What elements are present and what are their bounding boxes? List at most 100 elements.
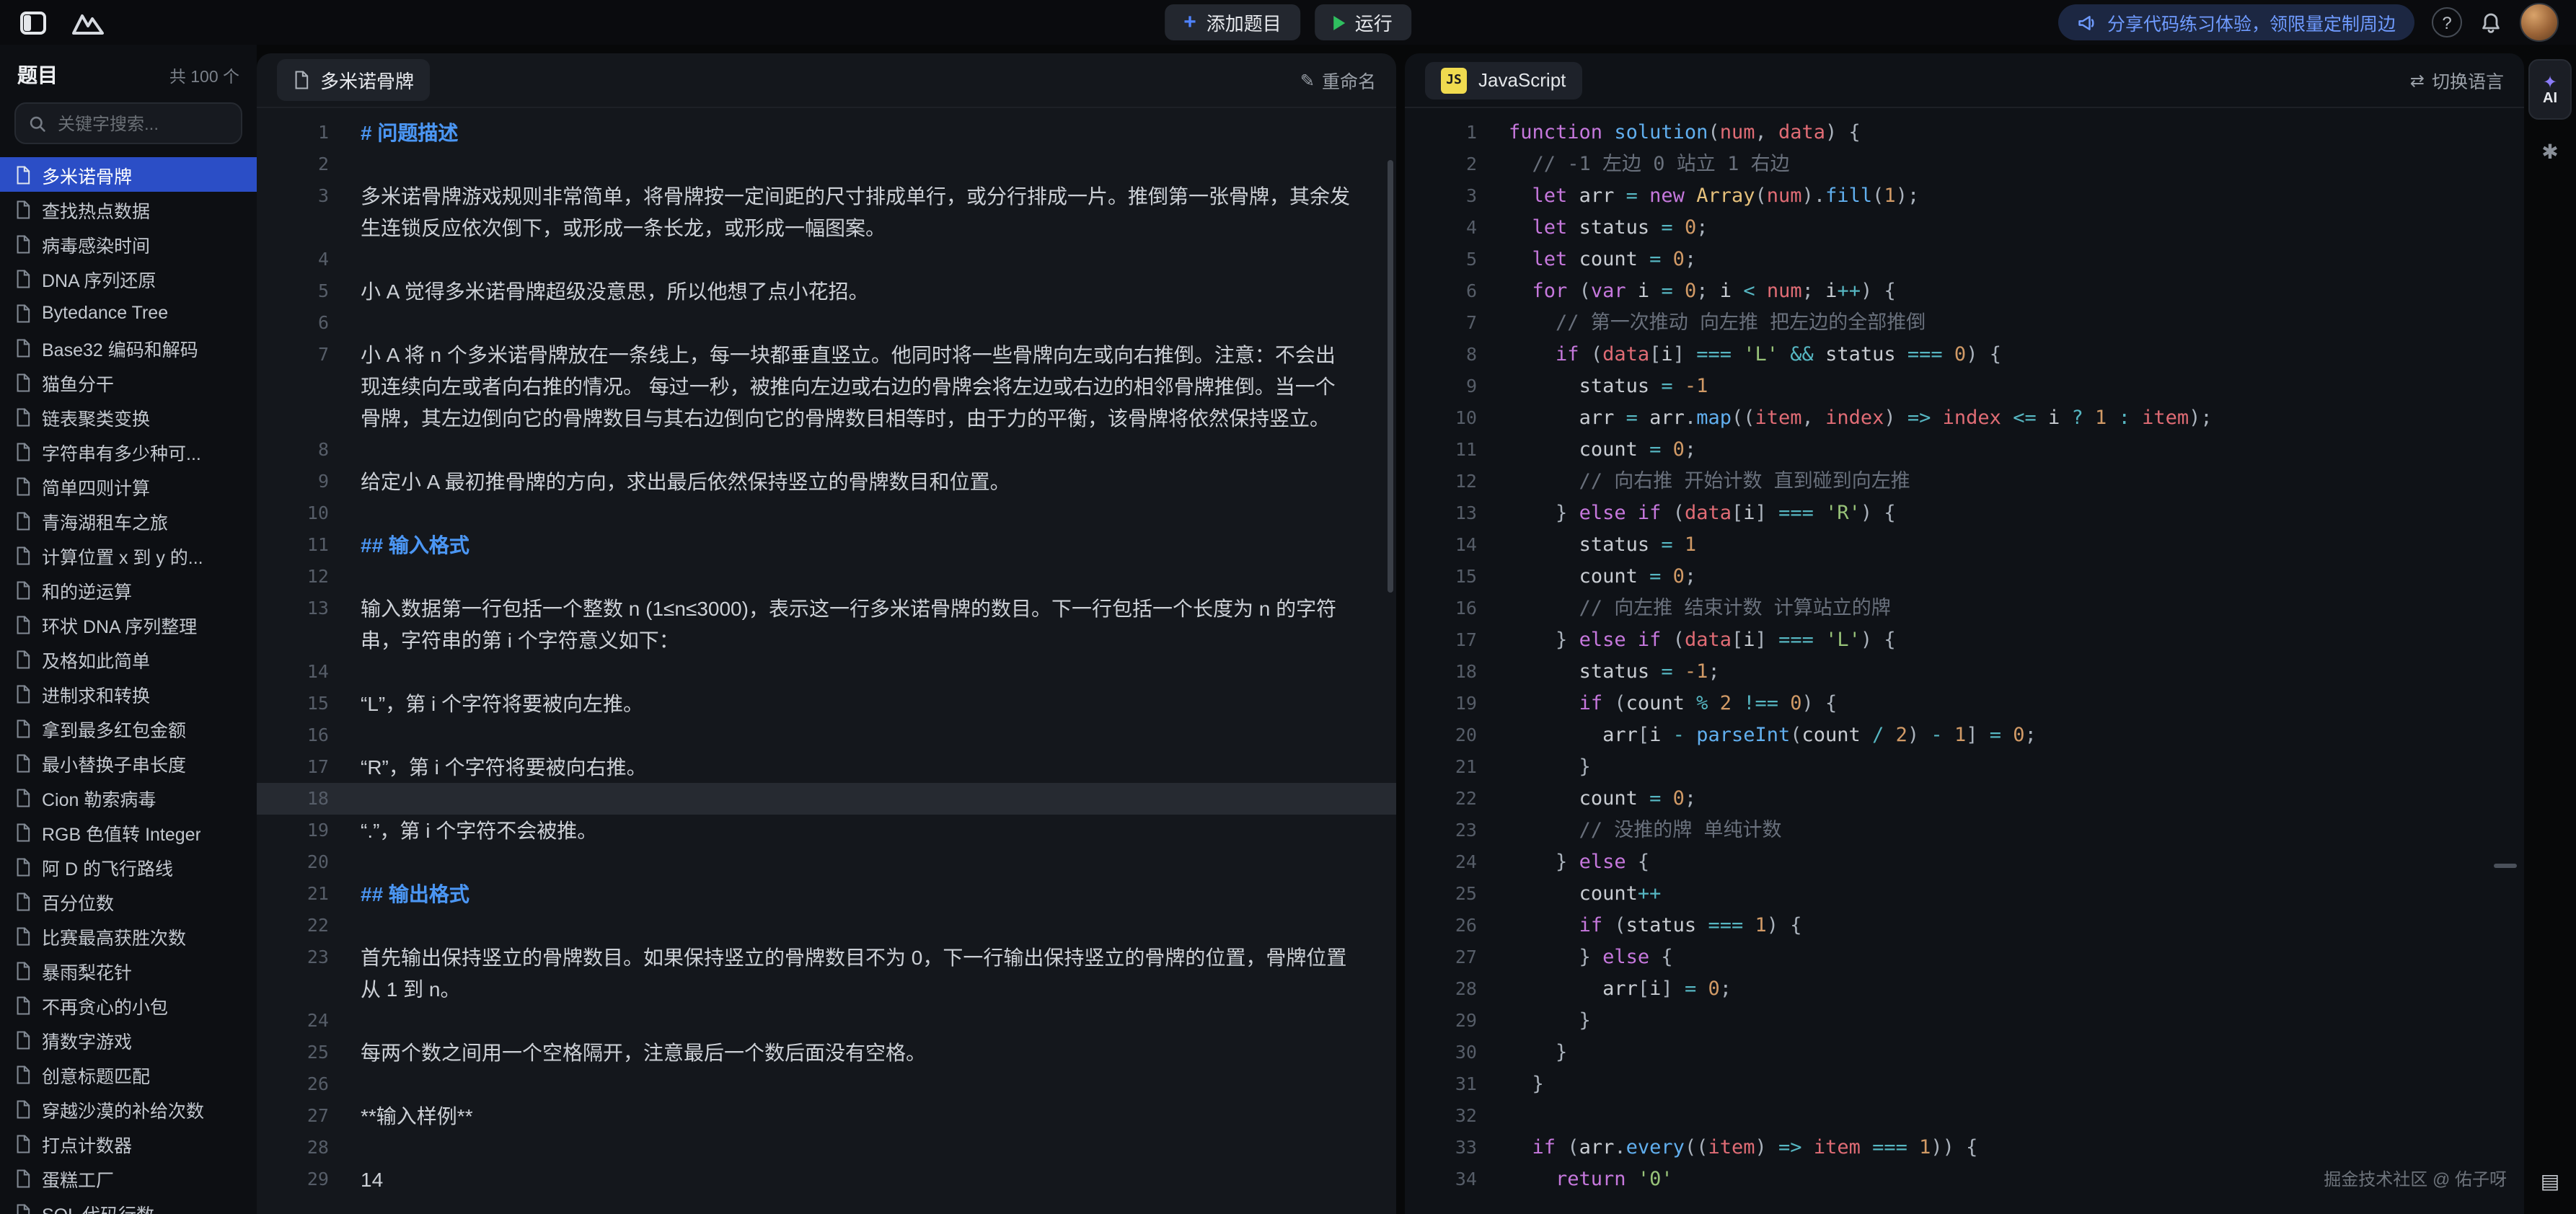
sidebar-item[interactable]: 拿到最多红包金额 xyxy=(0,711,257,745)
sidebar-item[interactable]: 多米诺骨牌 xyxy=(0,157,257,192)
document-icon xyxy=(14,304,32,322)
search-icon xyxy=(29,115,46,132)
snowflake-icon[interactable]: ✱ xyxy=(2541,140,2558,164)
sidebar-item[interactable]: Base32 编码和解码 xyxy=(0,330,257,365)
add-problem-button[interactable]: + 添加题目 xyxy=(1165,4,1300,40)
notebook-icon[interactable]: ▤ xyxy=(2541,1169,2559,1194)
sidebar-item[interactable]: SQL 代码行数 xyxy=(0,1195,257,1214)
sidebar-item[interactable]: 打点计数器 xyxy=(0,1126,257,1161)
rename-button[interactable]: ✎ 重命名 xyxy=(1300,66,1376,94)
sidebar-item[interactable]: Bytedance Tree xyxy=(0,296,257,330)
help-icon[interactable]: ? xyxy=(2432,7,2462,37)
problem-count: 共 100 个 xyxy=(169,65,239,88)
sidebar-item[interactable]: 计算位置 x 到 y 的... xyxy=(0,538,257,572)
ai-assistant-button[interactable]: ✦ AI xyxy=(2528,59,2572,120)
sidebar-item[interactable]: 和的逆运算 xyxy=(0,572,257,607)
ai-label: AI xyxy=(2543,92,2557,106)
code-line: 11 count = 0; xyxy=(1405,434,2524,466)
code-line: 16 // 向左推 结束计数 计算站立的牌 xyxy=(1405,593,2524,624)
run-button[interactable]: 运行 xyxy=(1315,4,1411,40)
search-input[interactable] xyxy=(55,112,228,135)
javascript-icon: JS xyxy=(1441,67,1467,93)
document-icon xyxy=(14,511,32,530)
sidebar-item-label: Cion 勒索病毒 xyxy=(42,784,156,811)
search-box[interactable] xyxy=(14,102,242,144)
sidebar-item-label: 及格如此简单 xyxy=(42,645,150,673)
sidebar-item[interactable]: DNA 序列还原 xyxy=(0,261,257,296)
sidebar-item-label: 穿越沙漠的补给次数 xyxy=(42,1095,204,1122)
language-selector[interactable]: JS JavaScript xyxy=(1425,61,1582,99)
sidebar-item-label: 暴雨梨花针 xyxy=(42,957,132,984)
code-line: 32 xyxy=(1405,1100,2524,1132)
sidebar-item-label: 多米诺骨牌 xyxy=(42,161,132,188)
sidebar-item[interactable]: Cion 勒索病毒 xyxy=(0,780,257,815)
sidebar-item-label: 阿 D 的飞行路线 xyxy=(42,853,173,880)
sidebar-item[interactable]: 及格如此简单 xyxy=(0,642,257,676)
problem-editor[interactable]: 1# 问题描述23多米诺骨牌游戏规则非常简单，将骨牌按一定间距的尺寸排成单行，或… xyxy=(257,108,1396,1214)
sidebar-item[interactable]: 创意标题匹配 xyxy=(0,1057,257,1091)
problem-line: 1# 问题描述 xyxy=(257,117,1396,149)
sidebar-item-label: 创意标题匹配 xyxy=(42,1060,150,1088)
code-editor[interactable]: 1function solution(num, data) {2 // -1 左… xyxy=(1405,108,2524,1214)
problem-line: 6 xyxy=(257,307,1396,339)
switch-language-button[interactable]: ⇄ 切换语言 xyxy=(2410,66,2504,94)
problem-line: 11## 输入格式 xyxy=(257,529,1396,561)
code-line: 12 // 向右推 开始计数 直到碰到向左推 xyxy=(1405,466,2524,497)
sparkle-icon: ✦ xyxy=(2543,73,2557,90)
sidebar-item-label: 环状 DNA 序列整理 xyxy=(42,611,197,638)
sidebar-item-label: 比赛最高获胜次数 xyxy=(42,922,186,949)
switch-language-label: 切换语言 xyxy=(2432,66,2504,94)
sidebar-item[interactable]: 环状 DNA 序列整理 xyxy=(0,607,257,642)
code-line: 2 // -1 左边 0 站立 1 右边 xyxy=(1405,149,2524,180)
sidebar-item[interactable]: 比赛最高获胜次数 xyxy=(0,918,257,953)
sidebar-item-label: 青海湖租车之旅 xyxy=(42,507,168,534)
sidebar-item[interactable]: 穿越沙漠的补给次数 xyxy=(0,1091,257,1126)
sidebar-toggle-icon[interactable] xyxy=(17,6,49,38)
sidebar-item[interactable]: 字符串有多少种可... xyxy=(0,434,257,469)
sidebar-item[interactable]: 青海湖租车之旅 xyxy=(0,503,257,538)
problem-line: 10 xyxy=(257,497,1396,529)
code-line: 3 let arr = new Array(num).fill(1); xyxy=(1405,180,2524,212)
code-line: 25 count++ xyxy=(1405,878,2524,910)
sidebar-item-label: 猜数字游戏 xyxy=(42,1026,132,1053)
sidebar-item[interactable]: 蛋糕工厂 xyxy=(0,1161,257,1195)
problem-line: 3多米诺骨牌游戏规则非常简单，将骨牌按一定间距的尺寸排成单行，或分行排成一片。推… xyxy=(257,180,1396,244)
sidebar-item-label: 查找热点数据 xyxy=(42,195,150,223)
sidebar-item-label: 蛋糕工厂 xyxy=(42,1164,114,1192)
document-icon xyxy=(14,477,32,495)
scrollbar-thumb[interactable] xyxy=(1388,160,1393,593)
sidebar-item[interactable]: 链表聚类变换 xyxy=(0,399,257,434)
code-scroll-indicator[interactable] xyxy=(2494,864,2517,868)
sidebar-item-label: SQL 代码行数 xyxy=(42,1199,154,1214)
sidebar-item[interactable]: 百分位数 xyxy=(0,884,257,918)
document-icon xyxy=(14,200,32,218)
problem-tab[interactable]: 多米诺骨牌 xyxy=(277,59,430,101)
sidebar-item[interactable]: 简单四则计算 xyxy=(0,469,257,503)
sidebar-item[interactable]: RGB 色值转 Integer xyxy=(0,815,257,849)
sidebar-item[interactable]: 猫鱼分干 xyxy=(0,365,257,399)
app-logo-icon[interactable] xyxy=(72,6,104,38)
problem-line: 16 xyxy=(257,719,1396,751)
sidebar-item[interactable]: 暴雨梨花针 xyxy=(0,953,257,988)
bell-icon[interactable] xyxy=(2479,11,2502,34)
problem-line: 26 xyxy=(257,1068,1396,1100)
sidebar-item-label: 病毒感染时间 xyxy=(42,230,150,257)
main-content: 题目 共 100 个 多米诺骨牌查找热点数据病毒感染时间DNA 序列还原Byte… xyxy=(0,45,2576,1214)
sidebar-item[interactable]: 病毒感染时间 xyxy=(0,226,257,261)
sidebar-item[interactable]: 猜数字游戏 xyxy=(0,1022,257,1057)
promo-banner[interactable]: 分享代码练习体验，领限量定制周边 xyxy=(2058,4,2414,40)
sidebar-item[interactable]: 进制求和转换 xyxy=(0,676,257,711)
sidebar-item[interactable]: 阿 D 的飞行路线 xyxy=(0,849,257,884)
language-label: JavaScript xyxy=(1478,69,1566,91)
sidebar-item-label: 进制求和转换 xyxy=(42,680,150,707)
code-line: 28 arr[i] = 0; xyxy=(1405,973,2524,1005)
problem-line: 20 xyxy=(257,846,1396,878)
sidebar-item[interactable]: 查找热点数据 xyxy=(0,192,257,226)
sidebar-item[interactable]: 不再贪心的小包 xyxy=(0,988,257,1022)
code-line: 1function solution(num, data) { xyxy=(1405,117,2524,149)
document-icon xyxy=(14,892,32,910)
avatar[interactable] xyxy=(2520,3,2559,42)
sidebar-item[interactable]: 最小替换子串长度 xyxy=(0,745,257,780)
document-icon xyxy=(14,373,32,391)
document-icon xyxy=(14,926,32,945)
